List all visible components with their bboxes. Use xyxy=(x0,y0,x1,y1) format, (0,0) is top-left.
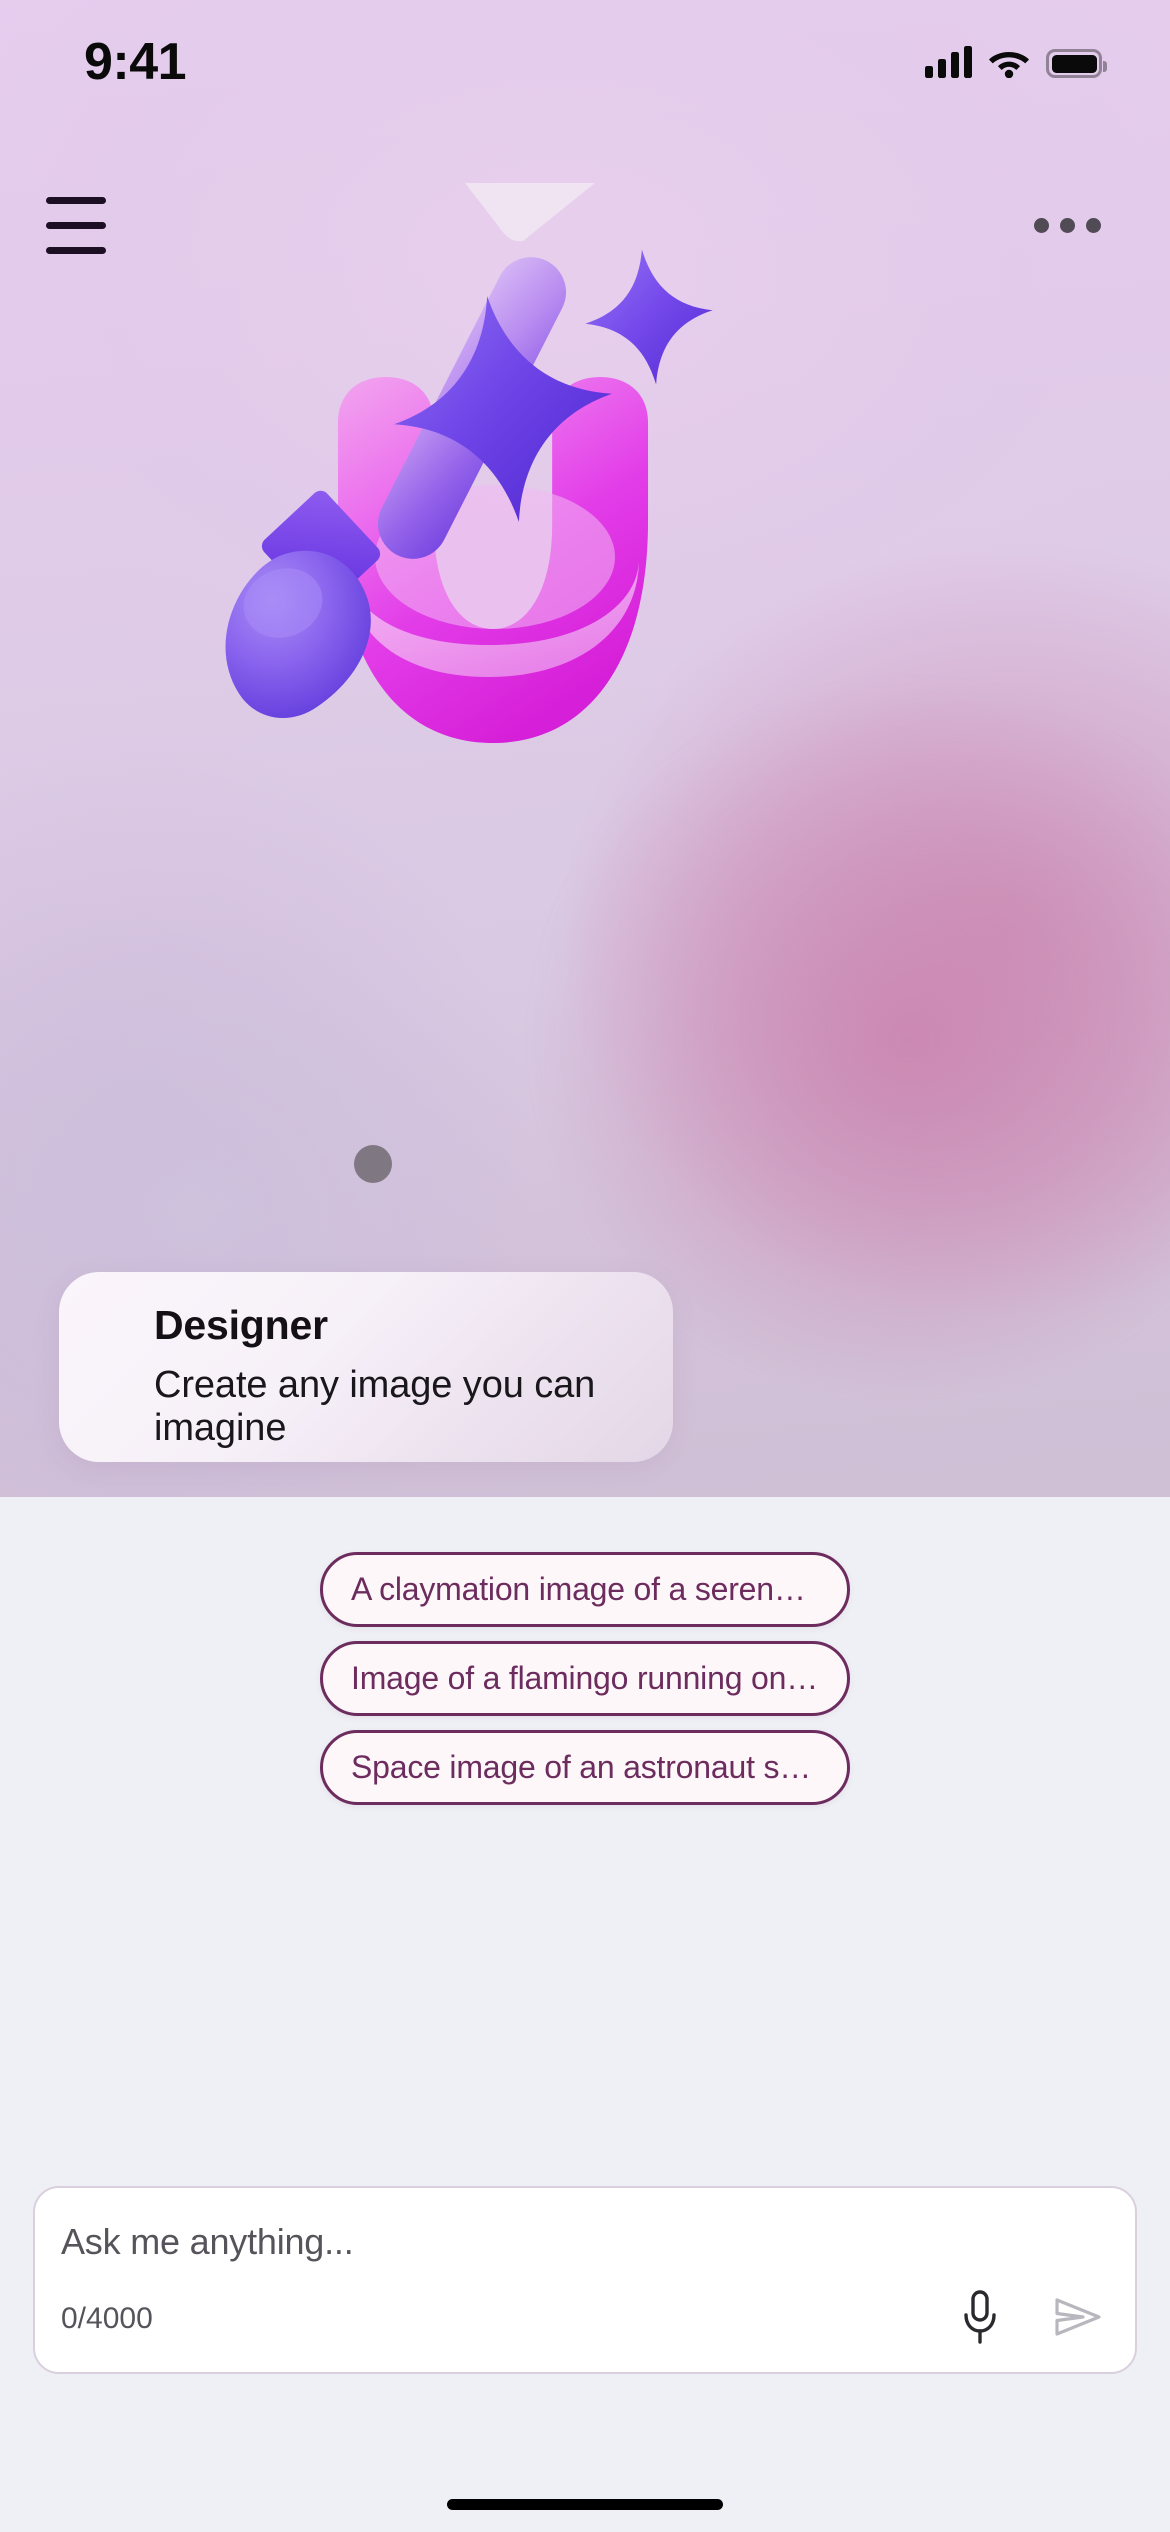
page-title: Designer xyxy=(154,1302,328,1348)
hamburger-menu-icon[interactable] xyxy=(30,182,122,268)
suggestion-chip-label: Space image of an astronaut skiing on th… xyxy=(351,1749,819,1785)
character-counter: 0/4000 xyxy=(61,2302,153,2335)
composer-placeholder: Ask me anything... xyxy=(61,2221,354,2262)
composer-actions xyxy=(951,2286,1107,2348)
suggestion-chip-label: A claymation image of a serene colorful … xyxy=(351,1571,819,1607)
designer-paintbrush-illustration xyxy=(175,235,735,765)
message-composer[interactable]: Ask me anything... 0/4000 xyxy=(33,2186,1137,2374)
send-icon[interactable] xyxy=(1049,2286,1107,2348)
status-time: 9:41 xyxy=(84,33,187,91)
top-nav-bar xyxy=(0,170,1170,280)
suggestion-chip-1[interactable]: A claymation image of a serene colorful … xyxy=(320,1552,850,1627)
designer-subtitle: Create any image you can imagine xyxy=(154,1364,596,1449)
status-bar: 9:41 xyxy=(0,0,1170,135)
more-options-icon[interactable] xyxy=(1024,186,1110,264)
suggestion-chip-list: A claymation image of a serene colorful … xyxy=(0,1552,1170,1819)
wifi-icon xyxy=(989,52,1029,78)
suggestion-chip-2[interactable]: Image of a flamingo running on the stree… xyxy=(320,1641,850,1716)
pointer-cursor xyxy=(354,1145,392,1183)
suggestion-chip-label: Image of a flamingo running on the stree… xyxy=(351,1660,819,1696)
cellular-bars-icon xyxy=(924,46,972,78)
home-indicator xyxy=(447,2499,723,2510)
microphone-icon[interactable] xyxy=(951,2286,1009,2348)
suggestion-chip-3[interactable]: Space image of an astronaut skiing on th… xyxy=(320,1730,850,1805)
designer-intro-card: Designer Create any image you can imagin… xyxy=(59,1272,673,1462)
status-icons-group xyxy=(924,38,1107,78)
battery-full-icon xyxy=(1046,49,1107,78)
